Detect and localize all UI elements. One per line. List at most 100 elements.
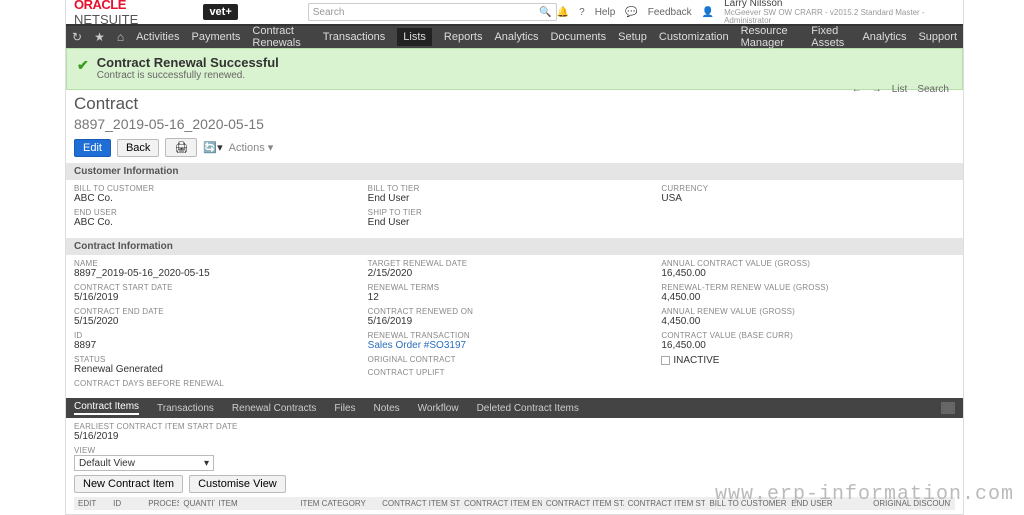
field-label: STATUS	[74, 355, 368, 364]
field-value: 5/16/2019	[368, 316, 662, 327]
menu-customization[interactable]: Customization	[659, 31, 729, 43]
col-contract-item-end-date[interactable]: CONTRACT ITEM END DATE	[464, 499, 542, 508]
field-label: CONTRACT UPLIFT	[368, 368, 662, 377]
menu-payments[interactable]: Payments	[191, 31, 240, 43]
next-icon[interactable]: →	[872, 84, 882, 95]
field-label: END USER	[74, 208, 368, 217]
help-link[interactable]: Help	[595, 7, 616, 18]
subtab-deleted-contract-items[interactable]: Deleted Contract Items	[477, 403, 579, 414]
field-label: ORIGINAL CONTRACT	[368, 355, 662, 364]
earliest-date-label: EARLIEST CONTRACT ITEM START DATE	[74, 422, 955, 431]
view-select[interactable]: Default View▾	[74, 455, 214, 471]
expand-icon[interactable]	[941, 402, 955, 414]
subtab-transactions[interactable]: Transactions	[157, 403, 214, 414]
field-value: ABC Co.	[74, 217, 368, 228]
col-item[interactable]: ITEM	[219, 499, 297, 508]
field-label: TARGET RENEWAL DATE	[368, 259, 662, 268]
field-label: BILL TO CUSTOMER	[74, 184, 368, 193]
col-id[interactable]: ID	[113, 499, 144, 508]
back-button[interactable]: Back	[117, 139, 159, 157]
print-button[interactable]: 🖨	[165, 138, 197, 157]
user-block[interactable]: Larry Nilsson McGeever SW OW CRARR - v20…	[724, 0, 955, 25]
menu-setup[interactable]: Setup	[618, 31, 647, 43]
field-value: End User	[368, 193, 662, 204]
field-value[interactable]: Sales Order #SO3197	[368, 340, 662, 351]
subtab-notes[interactable]: Notes	[374, 403, 400, 414]
field-label: NAME	[74, 259, 368, 268]
subtab-files[interactable]: Files	[334, 403, 355, 414]
field-value: 4,450.00	[661, 316, 955, 327]
field-label: SHIP TO TIER	[368, 208, 662, 217]
subtab-contract-items[interactable]: Contract Items	[74, 401, 139, 415]
field-label: CONTRACT RENEWED ON	[368, 307, 662, 316]
field-value: USA	[661, 193, 955, 204]
star-icon[interactable]: ★	[94, 30, 105, 44]
field-value: 5/15/2020	[74, 316, 368, 327]
earliest-date-value: 5/16/2019	[74, 431, 955, 442]
field-label: RENEWAL-TERM RENEW VALUE (GROSS)	[661, 283, 955, 292]
prev-icon[interactable]: ←	[852, 84, 862, 95]
checkbox[interactable]	[661, 356, 670, 365]
home-icon[interactable]: ⌂	[117, 30, 124, 44]
user-icon[interactable]: 👤	[702, 7, 714, 18]
field-label: RENEWAL TERMS	[368, 283, 662, 292]
field-label: CONTRACT START DATE	[74, 283, 368, 292]
global-search[interactable]: Search 🔍	[308, 3, 557, 21]
subtabs: Contract Items Transactions Renewal Contra…	[66, 398, 963, 418]
menu-contract-renewals[interactable]: Contract Renewals	[252, 25, 310, 49]
field-label: ANNUAL RENEW VALUE (GROSS)	[661, 307, 955, 316]
col-edit[interactable]: EDIT	[78, 499, 109, 508]
menu-reports[interactable]: Reports	[444, 31, 483, 43]
field-value: 16,450.00	[661, 340, 955, 351]
menu-documents[interactable]: Documents	[550, 31, 606, 43]
col-item-category[interactable]: ITEM CATEGORY	[300, 499, 378, 508]
field-value: 16,450.00	[661, 268, 955, 279]
field-value: 8897_2019-05-16_2020-05-15	[74, 268, 368, 279]
field-label: CONTRACT DAYS BEFORE RENEWAL	[74, 379, 368, 388]
banner-subtitle: Contract is successfully renewed.	[97, 70, 279, 81]
success-banner: ✔ Contract Renewal Successful Contract i…	[66, 48, 963, 90]
menu-analytics[interactable]: Analytics	[494, 31, 538, 43]
search-link[interactable]: Search	[917, 84, 949, 95]
customise-view-button[interactable]: Customise View	[189, 475, 286, 493]
col-quantity[interactable]: QUANTITY	[183, 499, 214, 508]
menu-activities[interactable]: Activities	[136, 31, 179, 43]
subtab-workflow[interactable]: Workflow	[418, 403, 459, 414]
check-icon: ✔	[77, 57, 89, 74]
field-value: Renewal Generated	[74, 364, 368, 375]
menu-transactions[interactable]: Transactions	[323, 31, 386, 43]
banner-title: Contract Renewal Successful	[97, 55, 279, 70]
actions-menu[interactable]: Actions ▾	[229, 141, 274, 154]
new-contract-item-button[interactable]: New Contract Item	[74, 475, 183, 493]
field-label: BILL TO TIER	[368, 184, 662, 193]
feedback-link[interactable]: Feedback	[648, 7, 692, 18]
menu-resource-manager[interactable]: Resource Manager	[741, 25, 800, 49]
notifications-icon[interactable]: 🔔	[557, 7, 569, 18]
field-value: 2/15/2020	[368, 268, 662, 279]
main-menu: ↻ ★ ⌂ Activities Payments Contract Renew…	[66, 26, 963, 48]
menu-support[interactable]: Support	[918, 31, 957, 43]
subtab-renewal-contracts[interactable]: Renewal Contracts	[232, 403, 316, 414]
history-icon[interactable]: ↻	[72, 30, 82, 44]
menu-fixed-assets[interactable]: Fixed Assets	[811, 25, 850, 49]
col-process[interactable]: PROCESS	[148, 499, 179, 508]
edit-button[interactable]: Edit	[74, 139, 111, 157]
col-contract-item-state[interactable]: CONTRACT ITEM STATE	[628, 499, 706, 508]
field-value: 5/16/2019	[74, 292, 368, 303]
refresh-icon[interactable]: 🔄▾	[203, 141, 222, 154]
field-label: RENEWAL TRANSACTION	[368, 331, 662, 340]
chevron-down-icon: ▾	[204, 458, 209, 469]
menu-analytics[interactable]: Analytics	[862, 31, 906, 43]
col-contract-item-start-date[interactable]: CONTRACT ITEM START DATE	[382, 499, 460, 508]
col-contract-item-status[interactable]: CONTRACT ITEM STATUS	[546, 499, 624, 508]
list-link[interactable]: List	[892, 84, 908, 95]
view-label: VIEW	[74, 446, 955, 455]
feedback-icon[interactable]: 💬	[625, 7, 637, 18]
field-label: CONTRACT VALUE (BASE CURR)	[661, 331, 955, 340]
top-bar: ORACLE NETSUITE vet+ Search 🔍 🔔 ? Help 💬…	[66, 0, 963, 26]
help-icon[interactable]: ?	[579, 7, 585, 18]
watermark: www.erp-information.com	[715, 483, 1014, 506]
contract-info-header: Contract Information	[66, 238, 963, 255]
field-value: 12	[368, 292, 662, 303]
menu-lists[interactable]: Lists	[397, 28, 432, 46]
